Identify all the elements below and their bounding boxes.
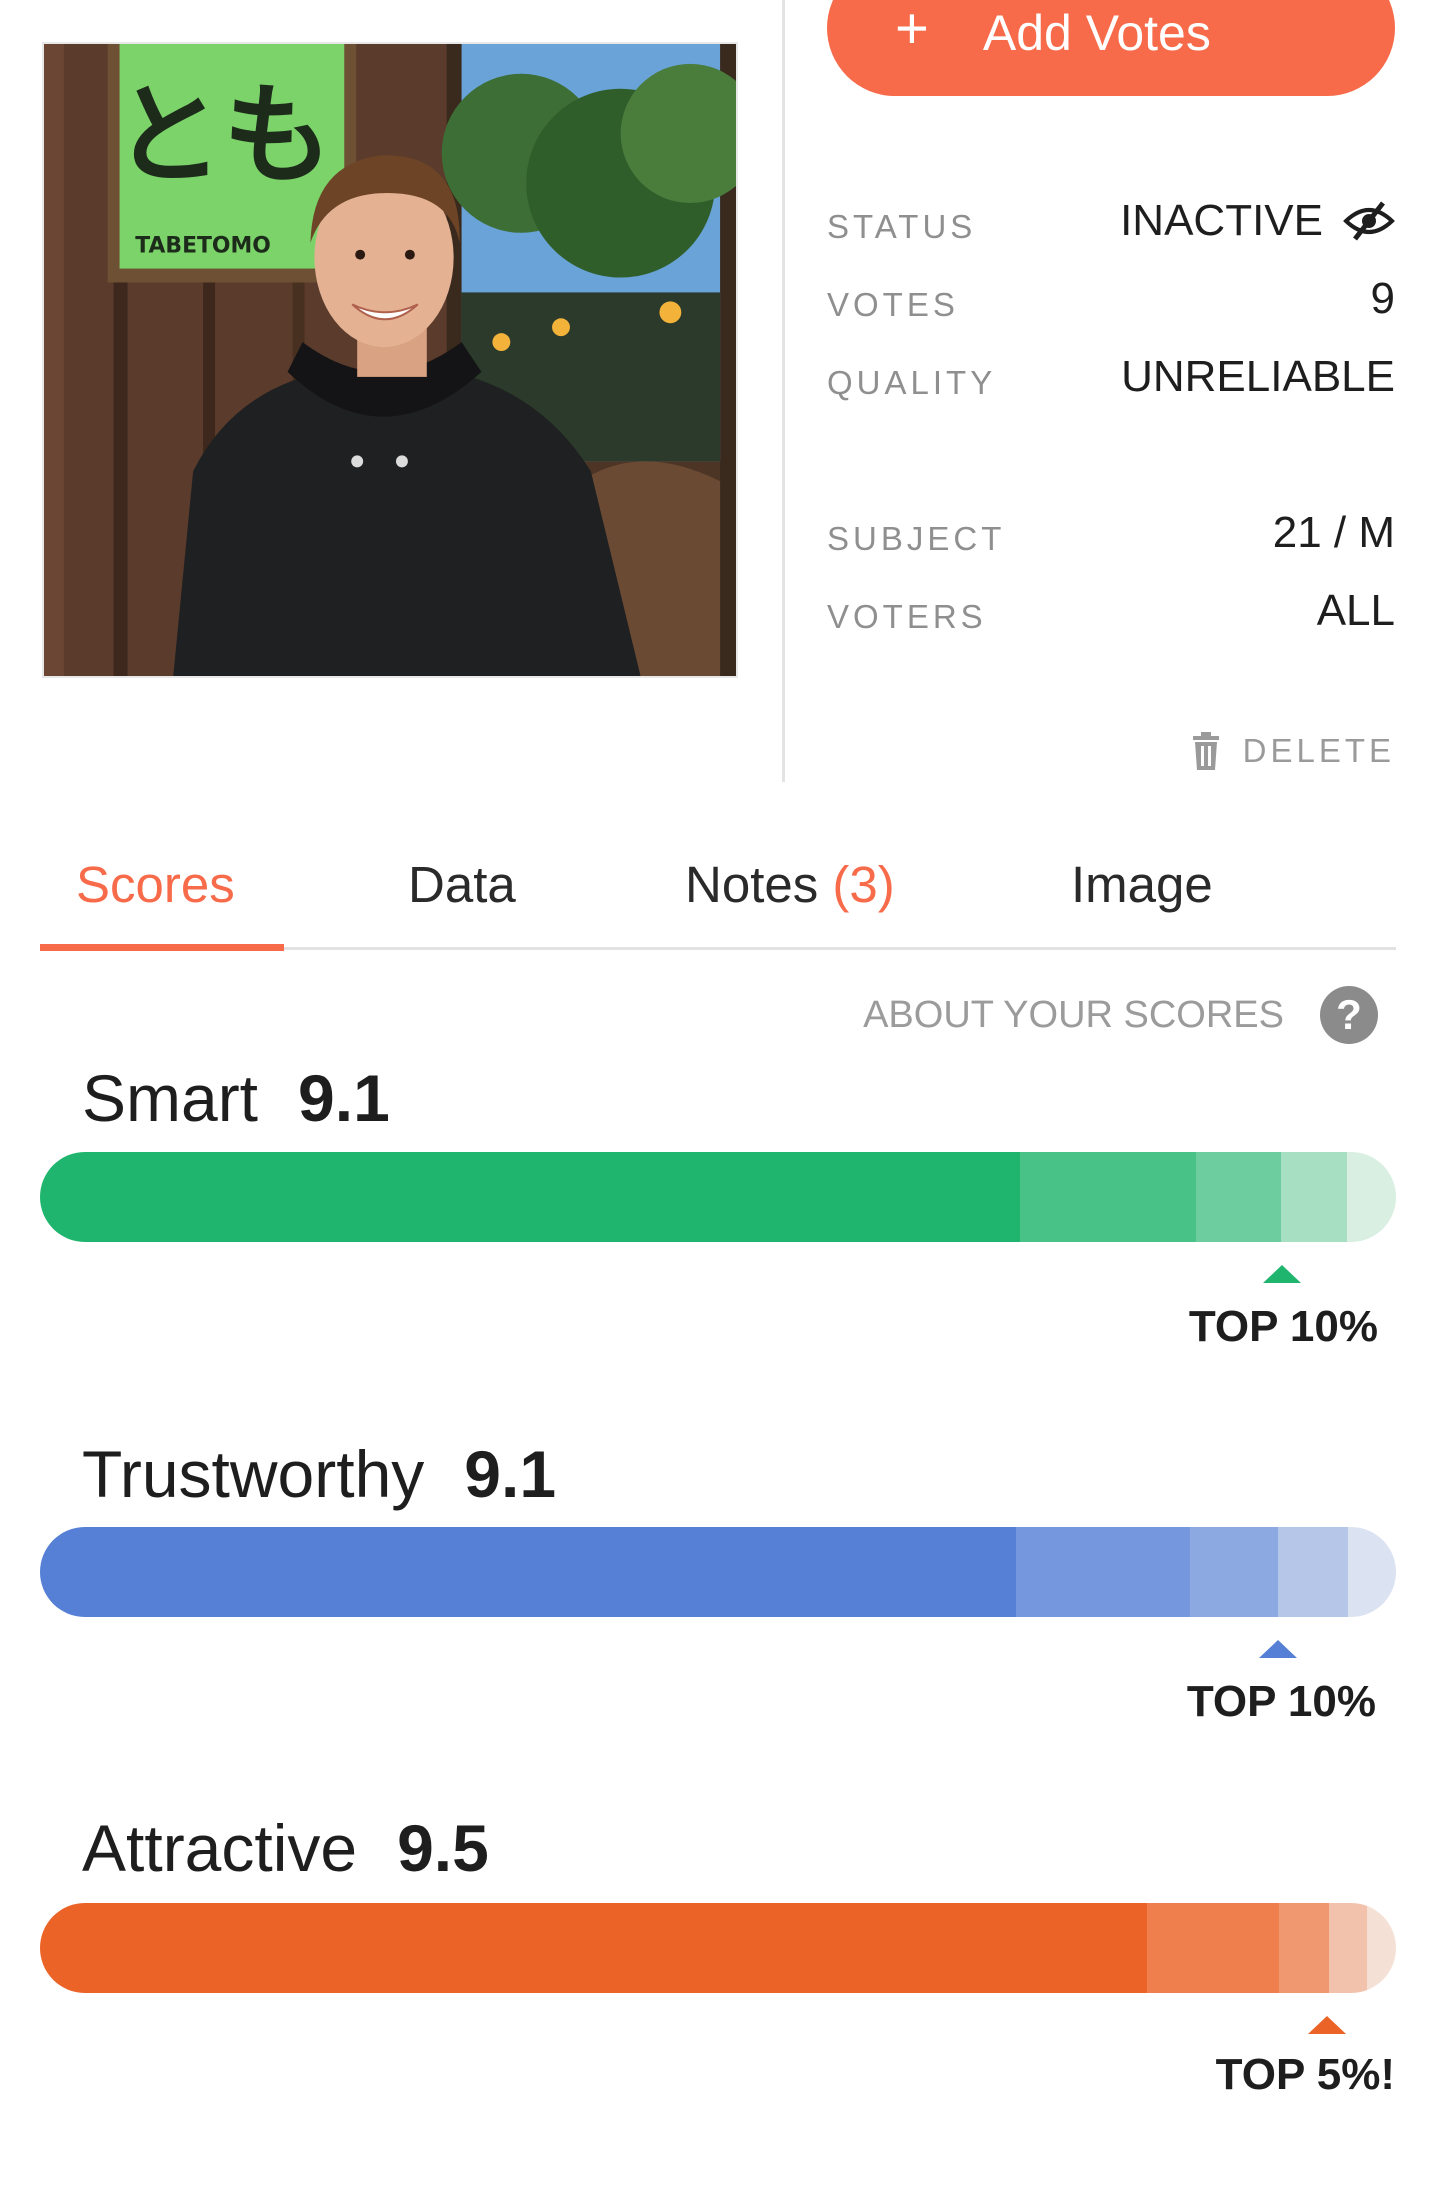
about-scores-link[interactable]: ABOUT YOUR SCORES ? <box>863 986 1378 1044</box>
quality-label: QUALITY <box>827 364 997 401</box>
bar-band <box>1196 1152 1281 1242</box>
delete-button[interactable]: DELETE <box>1191 732 1395 770</box>
tab-image[interactable]: Image <box>1071 855 1213 951</box>
votes-row: VOTES 9 <box>827 268 1395 324</box>
quality-value: UNRELIABLE <box>1121 352 1395 401</box>
rank-label: TOP 5%! <box>1215 2050 1395 2099</box>
score-heading-trustworthy: Trustworthy 9.1 <box>82 1436 556 1512</box>
tab-notes[interactable]: Notes (3) <box>685 855 895 951</box>
rank-label: TOP 10% <box>1186 1677 1376 1726</box>
score-heading-attractive: Attractive 9.5 <box>82 1810 489 1886</box>
voters-row: VOTERS ALL <box>827 580 1395 636</box>
score-heading-smart: Smart 9.1 <box>82 1060 390 1136</box>
tab-data-label: Data <box>408 856 516 913</box>
plus-icon: + <box>895 0 929 61</box>
help-icon: ? <box>1320 986 1378 1044</box>
score-bar-trustworthy <box>40 1527 1396 1617</box>
voters-label: VOTERS <box>827 598 987 635</box>
bar-band <box>1016 1527 1190 1617</box>
sign-text: TABETOMO <box>135 234 271 259</box>
active-tab-indicator <box>40 944 284 951</box>
sign-glyph: とも <box>114 72 333 199</box>
bar-band <box>1278 1527 1348 1617</box>
eye-slash-icon <box>1343 201 1395 241</box>
notes-count: (3) <box>832 856 895 913</box>
subject-label: SUBJECT <box>827 520 1006 557</box>
score-value: 9.1 <box>298 1061 390 1135</box>
score-label: Trustworthy <box>82 1437 425 1511</box>
bar-band <box>1367 1903 1396 1993</box>
bar-band <box>1281 1152 1347 1242</box>
rank-marker <box>1263 1265 1301 1283</box>
status-value: INACTIVE <box>1120 196 1395 246</box>
add-votes-label: Add Votes <box>982 5 1211 61</box>
bar-band <box>1020 1152 1196 1242</box>
add-votes-button[interactable]: + Add Votes <box>827 0 1395 96</box>
bar-fill <box>40 1903 1147 1993</box>
tab-image-label: Image <box>1071 856 1213 913</box>
trash-icon <box>1192 732 1219 770</box>
tab-bar: Scores Data Notes (3) Image <box>40 855 1396 951</box>
bar-band <box>1329 1903 1367 1993</box>
status-text: INACTIVE <box>1120 196 1323 245</box>
vertical-divider <box>782 0 785 782</box>
status-label: STATUS <box>827 208 977 245</box>
bar-band <box>1347 1152 1396 1242</box>
tab-scores-label: Scores <box>76 856 235 913</box>
score-value: 9.1 <box>464 1437 557 1511</box>
subject-row: SUBJECT 21 / M <box>827 502 1395 558</box>
score-value: 9.5 <box>397 1811 489 1885</box>
tab-scores[interactable]: Scores <box>76 855 235 951</box>
bar-band <box>1147 1903 1279 1993</box>
profile-photo: とも TABETOMO <box>42 42 738 678</box>
score-label: Smart <box>82 1061 259 1135</box>
tab-data[interactable]: Data <box>408 855 516 951</box>
bar-fill <box>40 1152 1020 1242</box>
quality-row: QUALITY UNRELIABLE <box>827 346 1395 402</box>
subject-value: 21 / M <box>1272 508 1395 557</box>
score-bar-attractive <box>40 1903 1396 1993</box>
about-scores-label: ABOUT YOUR SCORES <box>863 993 1284 1036</box>
score-bar-smart <box>40 1152 1396 1242</box>
rank-marker <box>1308 2016 1346 2034</box>
votes-value: 9 <box>1370 274 1395 323</box>
voters-value: ALL <box>1316 586 1395 635</box>
bar-band <box>1190 1527 1278 1617</box>
rank-label: TOP 10% <box>1188 1302 1378 1351</box>
tab-notes-label: Notes <box>685 856 819 913</box>
bar-band <box>1348 1527 1396 1617</box>
status-row: STATUS INACTIVE <box>827 190 1395 246</box>
bar-band <box>1279 1903 1329 1993</box>
delete-label: DELETE <box>1242 732 1395 769</box>
score-label: Attractive <box>82 1811 358 1885</box>
rank-marker <box>1259 1640 1297 1658</box>
votes-label: VOTES <box>827 286 959 323</box>
bar-fill <box>40 1527 1016 1617</box>
